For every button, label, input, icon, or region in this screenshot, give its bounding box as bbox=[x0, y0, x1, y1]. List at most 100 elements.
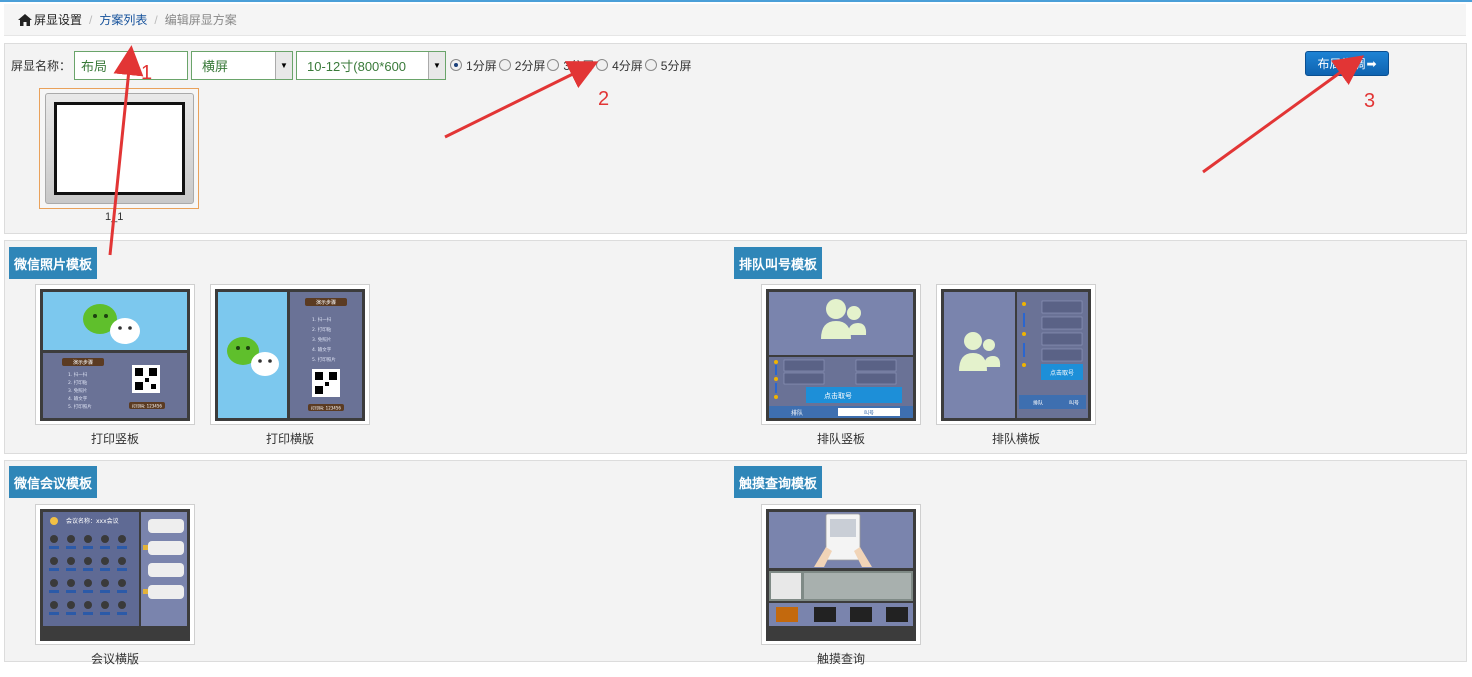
screen-size-value: 10-12寸(800*600 bbox=[307, 58, 407, 74]
svg-text:2. 打印贴: 2. 打印贴 bbox=[68, 379, 88, 386]
settings-form-row: 屏显名称： 横屏 ▼ 10-12寸(800*600 ▼ 1分屏 2分屏 3分屏 bbox=[11, 50, 693, 80]
layout-preview-thumbnail[interactable] bbox=[39, 88, 199, 209]
breadcrumb-separator: / bbox=[154, 12, 158, 27]
breadcrumb-list-link[interactable]: 方案列表 bbox=[99, 11, 147, 28]
queue-portrait-preview: 点击取号 排队 叫号 bbox=[769, 292, 913, 418]
svg-text:点击取号: 点击取号 bbox=[1050, 369, 1074, 377]
radio-button[interactable] bbox=[547, 59, 560, 71]
template-caption: 排队竖板 bbox=[816, 432, 865, 446]
svg-text:4. 输文字: 4. 输文字 bbox=[312, 346, 332, 353]
radio-button[interactable] bbox=[644, 59, 657, 71]
breadcrumb-separator: / bbox=[89, 12, 93, 27]
touch-query-preview bbox=[769, 512, 913, 626]
radio-button[interactable] bbox=[498, 59, 511, 71]
svg-text:叫号: 叫号 bbox=[1069, 400, 1079, 407]
template-preview: 演示步骤 1. 扫一扫 2. 打印贴 3. 免照片 4. 输文字 5. 打印照片… bbox=[215, 289, 365, 421]
breadcrumb-home-link[interactable]: 屏显设置 bbox=[34, 11, 82, 28]
radio-label: 5分屏 bbox=[660, 58, 692, 73]
layout-fine-tune-button[interactable]: 布局微调 ➡ bbox=[1305, 51, 1389, 76]
annotation-number-2: 2 bbox=[598, 88, 610, 110]
radio-label: 2分屏 bbox=[514, 58, 546, 73]
wechat-photo-template-title: 微信照片模板 bbox=[9, 247, 98, 279]
home-icon bbox=[18, 13, 32, 26]
template-preview: 点击取号 排队 叫号 bbox=[766, 289, 916, 421]
svg-text:5. 打印照片: 5. 打印照片 bbox=[68, 403, 92, 410]
top-accent-line bbox=[0, 0, 1472, 2]
orientation-value: 横屏 bbox=[202, 58, 229, 74]
breadcrumb-current: 编辑屏显方案 bbox=[164, 13, 237, 27]
template-preview: 点击取号 排队 叫号 bbox=[941, 289, 1091, 421]
chevron-down-icon[interactable]: ▼ bbox=[275, 51, 293, 79]
fine-tune-label: 布局微调 bbox=[1317, 57, 1366, 71]
screen-size-select[interactable]: 10-12寸(800*600 ▼ bbox=[296, 50, 447, 80]
svg-text:打印码: 123456: 打印码: 123456 bbox=[311, 405, 341, 411]
radio-button[interactable] bbox=[450, 59, 463, 71]
touch-query-template-title: 触摸查询模板 bbox=[734, 466, 823, 498]
svg-text:4. 输文字: 4. 输文字 bbox=[68, 395, 88, 402]
radio-split-3[interactable]: 3分屏 bbox=[547, 57, 594, 74]
template-row-1: 微信照片模板 演示步骤 1. 扫一扫 2. 打印贴 3. 免照片 4. 输文字 bbox=[4, 240, 1467, 454]
radio-split-4[interactable]: 4分屏 bbox=[596, 57, 643, 74]
monitor-frame bbox=[45, 93, 194, 204]
svg-text:3. 免照片: 3. 免照片 bbox=[312, 336, 332, 343]
template-print-landscape[interactable]: 演示步骤 1. 扫一扫 2. 打印贴 3. 免照片 4. 输文字 5. 打印照片… bbox=[210, 284, 370, 447]
svg-text:1. 扫一扫: 1. 扫一扫 bbox=[312, 316, 332, 323]
template-preview: 会议名称：xxx会议 bbox=[40, 509, 190, 641]
template-thumbnail: 点击取号 排队 叫号 bbox=[761, 284, 921, 425]
svg-text:叫号: 叫号 bbox=[864, 410, 874, 417]
template-thumbnail: 演示步骤 1. 扫一扫 2. 打印贴 3. 免照片 4. 输文字 5. 打印照片… bbox=[35, 284, 195, 425]
meeting-landscape-preview: 会议名称：xxx会议 bbox=[43, 512, 187, 626]
template-meeting-landscape[interactable]: 会议名称：xxx会议 会议横版 bbox=[35, 504, 195, 667]
orientation-select[interactable]: 横屏 ▼ bbox=[191, 50, 294, 80]
annotation-number-3: 3 bbox=[1364, 90, 1376, 112]
radio-button[interactable] bbox=[596, 59, 609, 71]
template-caption: 触摸查询 bbox=[816, 652, 865, 666]
template-print-portrait[interactable]: 演示步骤 1. 扫一扫 2. 打印贴 3. 免照片 4. 输文字 5. 打印照片… bbox=[35, 284, 195, 447]
monitor-screen-region[interactable] bbox=[54, 102, 185, 195]
split-screen-radio-group: 1分屏 2分屏 3分屏 4分屏 5分屏 bbox=[450, 57, 693, 74]
layout-settings-panel: 屏显名称： 横屏 ▼ 10-12寸(800*600 ▼ 1分屏 2分屏 3分屏 bbox=[4, 43, 1467, 234]
template-thumbnail bbox=[761, 504, 921, 645]
template-touch-query[interactable]: 触摸查询 bbox=[761, 504, 921, 667]
svg-text:演示步骤: 演示步骤 bbox=[316, 299, 336, 306]
wechat-print-portrait-preview: 演示步骤 1. 扫一扫 2. 打印贴 3. 免照片 4. 输文字 5. 打印照片… bbox=[43, 292, 187, 418]
template-thumbnail: 会议名称：xxx会议 bbox=[35, 504, 195, 645]
svg-text:会议名称：xxx会议: 会议名称：xxx会议 bbox=[66, 517, 119, 525]
queue-template-title: 排队叫号模板 bbox=[734, 247, 823, 279]
svg-text:点击取号: 点击取号 bbox=[824, 391, 852, 400]
radio-split-5[interactable]: 5分屏 bbox=[644, 57, 692, 74]
svg-text:演示步骤: 演示步骤 bbox=[73, 359, 93, 366]
wechat-meeting-template-title: 微信会议模板 bbox=[9, 466, 98, 498]
svg-text:3. 免照片: 3. 免照片 bbox=[68, 387, 88, 394]
template-preview: 演示步骤 1. 扫一扫 2. 打印贴 3. 免照片 4. 输文字 5. 打印照片… bbox=[40, 289, 190, 421]
svg-text:2. 打印贴: 2. 打印贴 bbox=[312, 326, 332, 333]
svg-text:排队: 排队 bbox=[791, 409, 803, 417]
svg-text:1. 扫一扫: 1. 扫一扫 bbox=[68, 371, 88, 378]
chevron-down-icon[interactable]: ▼ bbox=[428, 51, 446, 79]
template-row-2: 微信会议模板 会议名称：xxx会议 会议横版 触摸查询模板 触摸查询 bbox=[4, 460, 1467, 666]
annotation-number-1: 1 bbox=[141, 62, 153, 84]
radio-label: 3分屏 bbox=[563, 58, 595, 73]
svg-text:排队: 排队 bbox=[1033, 400, 1043, 407]
template-queue-landscape[interactable]: 点击取号 排队 叫号 排队横板 bbox=[936, 284, 1096, 447]
svg-text:5. 打印照片: 5. 打印照片 bbox=[312, 356, 336, 363]
wechat-print-landscape-preview: 演示步骤 1. 扫一扫 2. 打印贴 3. 免照片 4. 输文字 5. 打印照片… bbox=[218, 292, 362, 418]
template-caption: 会议横版 bbox=[90, 652, 139, 666]
template-preview bbox=[766, 509, 916, 641]
template-caption: 打印横版 bbox=[265, 432, 314, 446]
name-label: 屏显名称： bbox=[11, 58, 72, 73]
screen-name-input[interactable] bbox=[74, 50, 189, 80]
svg-text:打印码: 123456: 打印码: 123456 bbox=[132, 403, 162, 409]
template-queue-portrait[interactable]: 点击取号 排队 叫号 排队竖板 bbox=[761, 284, 921, 447]
arrow-right-icon: ➡ bbox=[1366, 56, 1377, 71]
layout-preview-label: 1_1 bbox=[105, 211, 124, 223]
template-caption: 排队横板 bbox=[991, 432, 1040, 446]
template-thumbnail: 演示步骤 1. 扫一扫 2. 打印贴 3. 免照片 4. 输文字 5. 打印照片… bbox=[210, 284, 370, 425]
radio-label: 1分屏 bbox=[466, 58, 497, 73]
queue-landscape-preview: 点击取号 排队 叫号 bbox=[944, 292, 1088, 418]
breadcrumb: 屏显设置 / 方案列表 / 编辑屏显方案 bbox=[4, 4, 1466, 36]
radio-split-2[interactable]: 2分屏 bbox=[498, 57, 546, 74]
radio-split-1[interactable]: 1分屏 bbox=[450, 57, 497, 74]
radio-label: 4分屏 bbox=[612, 58, 643, 73]
template-thumbnail: 点击取号 排队 叫号 bbox=[936, 284, 1096, 425]
